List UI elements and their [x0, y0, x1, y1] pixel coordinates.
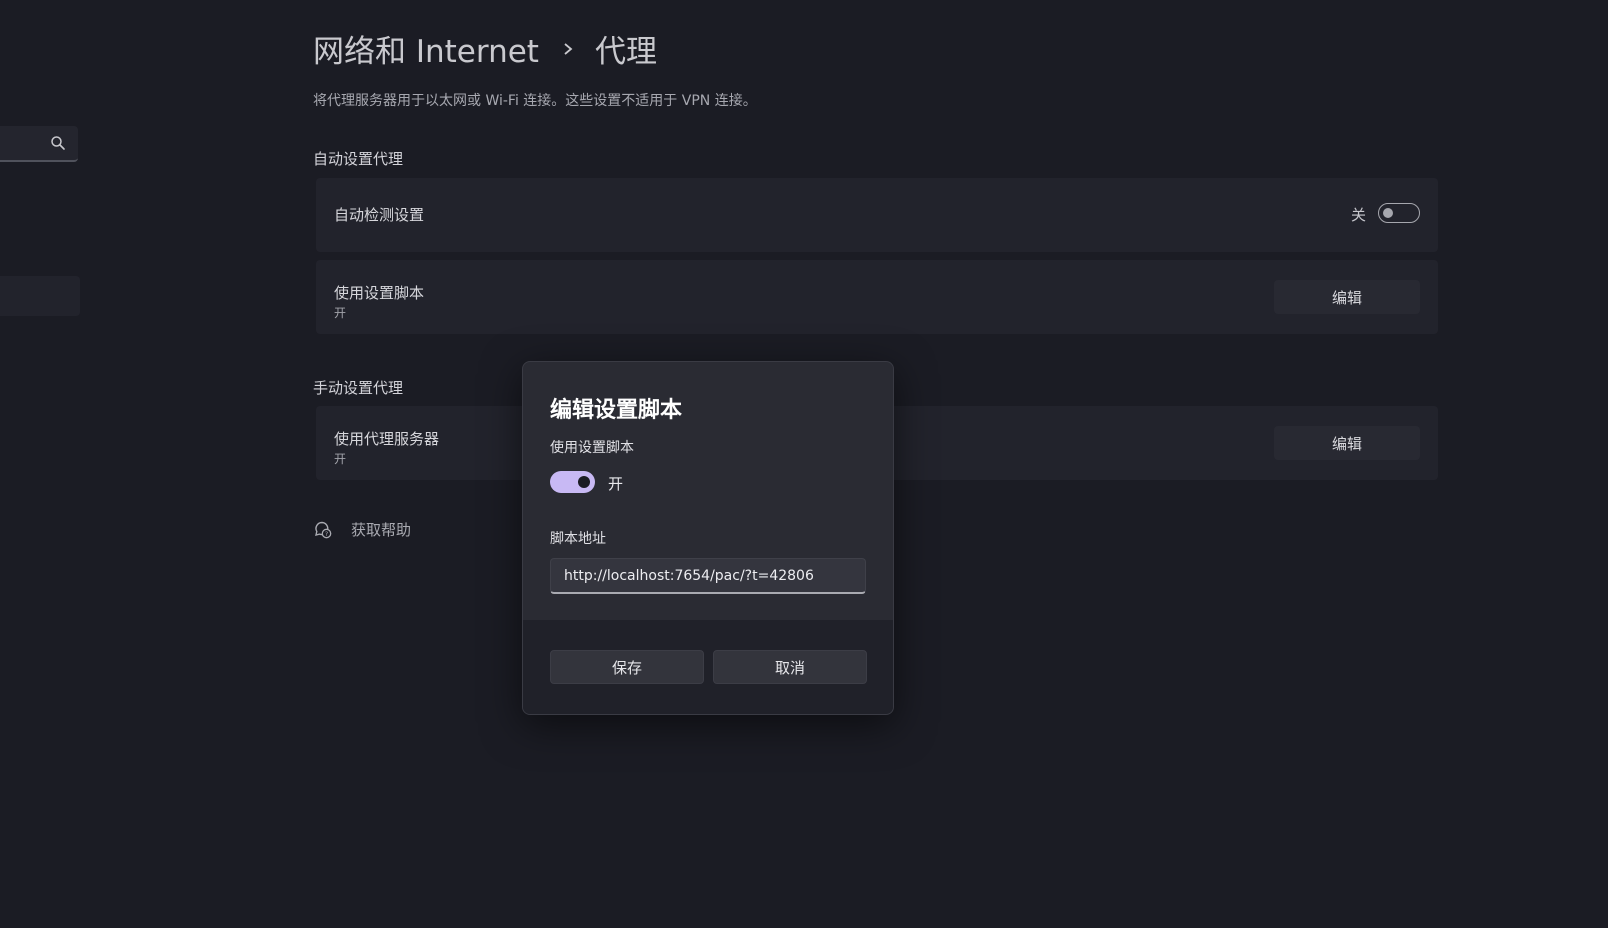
auto-detect-card: 自动检测设置 关 — [316, 178, 1438, 252]
auto-proxy-heading: 自动设置代理 — [313, 150, 404, 168]
get-help-link[interactable]: ? 获取帮助 — [313, 519, 411, 540]
use-script-label: 使用设置脚本 — [550, 440, 634, 456]
dialog-footer: 保存 取消 — [523, 620, 893, 714]
proxy-server-label: 使用代理服务器 — [334, 430, 440, 448]
use-script-toggle[interactable] — [550, 471, 595, 493]
svg-text:?: ? — [325, 529, 328, 537]
dialog-body: 编辑设置脚本 使用设置脚本 开 脚本地址 — [523, 362, 893, 620]
use-script-state: 开 — [608, 475, 624, 493]
proxy-server-status: 开 — [334, 452, 347, 466]
breadcrumb-parent[interactable]: 网络和 Internet — [313, 26, 539, 71]
breadcrumb: 网络和 Internet 代理 — [313, 26, 657, 71]
auto-detect-label: 自动检测设置 — [334, 206, 425, 224]
manual-proxy-heading: 手动设置代理 — [313, 379, 404, 397]
edit-setup-script-dialog: 编辑设置脚本 使用设置脚本 开 脚本地址 保存 取消 — [522, 361, 894, 715]
proxy-settings-page: 网络和 Internet 代理 将代理服务器用于以太网或 Wi-Fi 连接。这些… — [0, 0, 1608, 928]
setup-script-status: 开 — [334, 306, 347, 320]
proxy-server-edit-button[interactable]: 编辑 — [1274, 426, 1420, 460]
auto-detect-toggle[interactable] — [1378, 203, 1420, 223]
setup-script-card: 使用设置脚本 开 编辑 — [316, 260, 1438, 334]
page-subtitle: 将代理服务器用于以太网或 Wi-Fi 连接。这些设置不适用于 VPN 连接。 — [313, 93, 757, 109]
toggle-knob — [578, 476, 590, 488]
chevron-right-icon — [564, 42, 573, 55]
sidebar-item-selected[interactable] — [0, 276, 80, 316]
auto-detect-state: 关 — [1350, 206, 1366, 224]
cancel-button[interactable]: 取消 — [713, 650, 867, 684]
search-icon — [51, 136, 65, 150]
save-button[interactable]: 保存 — [550, 650, 704, 684]
help-chat-icon: ? — [315, 521, 332, 538]
setup-script-label: 使用设置脚本 — [334, 284, 425, 302]
script-address-label: 脚本地址 — [550, 531, 606, 547]
settings-search-input[interactable] — [0, 126, 78, 162]
toggle-knob — [1383, 208, 1393, 218]
page-title: 代理 — [594, 34, 657, 70]
script-address-input[interactable] — [550, 558, 866, 594]
get-help-label: 获取帮助 — [351, 521, 412, 539]
setup-script-edit-button[interactable]: 编辑 — [1274, 280, 1420, 314]
dialog-title: 编辑设置脚本 — [550, 398, 683, 423]
